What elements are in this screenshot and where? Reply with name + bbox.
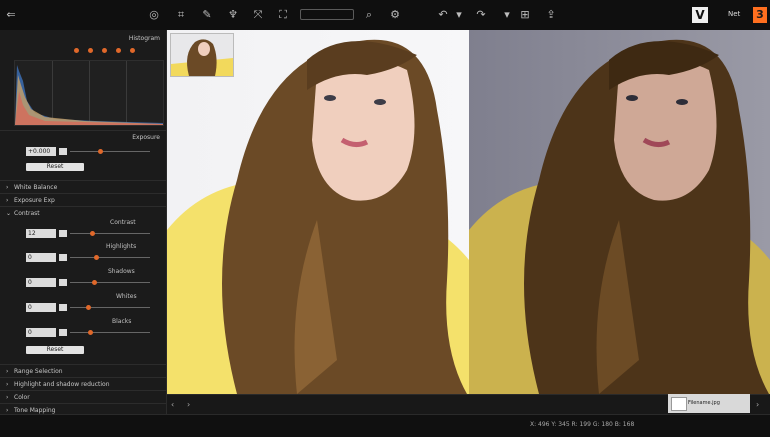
section-color[interactable]: › Color <box>0 390 166 401</box>
chevron-right-icon: › <box>6 368 9 375</box>
app-name: Net <box>728 10 741 18</box>
chevron-right-icon: › <box>6 184 9 191</box>
frame-icon[interactable]: ⛶ <box>276 8 290 22</box>
shadows-slider[interactable]: 0 <box>26 278 154 290</box>
histogram-channel-toggles[interactable] <box>74 48 144 54</box>
reset-button[interactable]: Reset <box>26 346 84 354</box>
circle-icon[interactable]: ◎ <box>147 8 161 22</box>
chevron-down-icon: ⌄ <box>6 210 12 217</box>
stepper-icon[interactable] <box>59 254 67 261</box>
slider-knob[interactable] <box>94 255 99 260</box>
highlights-label: Highlights <box>106 243 137 250</box>
back-icon[interactable]: ⇐ <box>4 8 18 22</box>
contrast-value[interactable]: 12 <box>26 229 56 238</box>
redo-icon[interactable]: ↷ <box>474 8 488 22</box>
section-contrast[interactable]: ⌄ Contrast <box>0 206 166 217</box>
stepper-icon[interactable] <box>59 304 67 311</box>
whites-value[interactable]: 0 <box>26 303 56 312</box>
chevron-right-icon: › <box>6 394 9 401</box>
chevron-right-icon[interactable]: › <box>756 400 759 409</box>
whites-slider[interactable]: 0 <box>26 303 154 315</box>
settings-icon[interactable]: ⚙ <box>388 8 402 22</box>
highlights-slider[interactable]: 0 <box>26 253 154 265</box>
reset-button[interactable]: Reset <box>26 163 84 171</box>
whites-label: Whites <box>116 293 137 300</box>
histogram <box>14 60 164 126</box>
file-badge[interactable]: Filename.jpg <box>668 394 750 413</box>
slider-knob[interactable] <box>90 231 95 236</box>
section-label: Highlight and shadow reduction <box>14 381 110 388</box>
brush-icon[interactable]: ♆ <box>226 8 240 22</box>
section-label: Exposure Exp <box>14 197 55 204</box>
blacks-value[interactable]: 0 <box>26 328 56 337</box>
export-icon[interactable]: ⇪ <box>544 8 558 22</box>
adjustments-panel: Histogram Exposure +0.000 Reset › White … <box>0 30 167 414</box>
stepper-icon[interactable] <box>59 329 67 336</box>
stepper-icon[interactable] <box>59 148 67 155</box>
undo-icon[interactable]: ↶ <box>436 8 450 22</box>
navigator-thumbnail[interactable] <box>170 33 234 77</box>
histogram-title: Histogram <box>128 35 160 42</box>
section-label: Exposure <box>132 134 160 141</box>
original-photo <box>469 30 770 394</box>
section-exposure[interactable]: Exposure <box>0 130 166 141</box>
exposure-slider[interactable]: +0.000 <box>26 147 154 159</box>
shadows-label: Shadows <box>108 268 135 275</box>
chevron-right-icon: › <box>6 407 9 414</box>
file-badge-label: Filename.jpg <box>688 400 720 406</box>
section-tone-mapping[interactable]: › Tone Mapping <box>0 403 166 414</box>
shadows-value[interactable]: 0 <box>26 278 56 287</box>
image-viewer[interactable] <box>167 30 770 394</box>
app-logo: V <box>692 7 708 23</box>
section-label: White Balance <box>14 184 58 191</box>
blacks-slider[interactable]: 0 <box>26 328 154 340</box>
stepper-icon[interactable] <box>59 279 67 286</box>
pixel-readout: X: 496 Y: 345 R: 199 G: 180 B: 168 <box>530 421 635 428</box>
slider-knob[interactable] <box>92 280 97 285</box>
prev-icon[interactable]: ‹ <box>171 400 174 409</box>
section-label: Tone Mapping <box>14 407 56 414</box>
section-exposure-exp[interactable]: › Exposure Exp <box>0 193 166 204</box>
grid-icon[interactable]: ⊞ <box>518 8 532 22</box>
contrast-slider[interactable]: 12 <box>26 229 154 241</box>
zoom-field[interactable] <box>300 9 354 20</box>
section-white-balance[interactable]: › White Balance <box>0 180 166 191</box>
section-range-selection[interactable]: › Range Selection <box>0 364 166 375</box>
next-icon[interactable]: › <box>187 400 190 409</box>
stepper-icon[interactable] <box>59 230 67 237</box>
zoom-icon[interactable]: ⌕ <box>362 8 376 22</box>
brand-badge: 3 <box>753 7 767 23</box>
transform-icon[interactable]: ⤧ <box>251 8 265 22</box>
crop-icon[interactable]: ⌗ <box>174 8 188 22</box>
status-bar: X: 496 Y: 345 R: 199 G: 180 B: 168 <box>0 414 770 437</box>
pen-icon[interactable]: ✎ <box>200 8 214 22</box>
chevron-right-icon: › <box>6 381 9 388</box>
slider-knob[interactable] <box>88 330 93 335</box>
edited-photo <box>167 30 469 394</box>
chevron-down-icon[interactable]: ▾ <box>452 8 466 22</box>
section-label: Contrast <box>14 210 40 217</box>
exposure-value[interactable]: +0.000 <box>26 147 56 156</box>
blacks-label: Blacks <box>112 318 132 325</box>
file-thumbnail-icon <box>671 397 687 411</box>
chevron-down-icon[interactable]: ▾ <box>500 8 514 22</box>
section-label: Color <box>14 394 30 401</box>
chevron-right-icon: › <box>6 197 9 204</box>
top-toolbar: ⇐ ◎ ⌗ ✎ ♆ ⤧ ⛶ ⌕ ⚙ ↶ ▾ ↷ ▾ ⊞ ⇪ V Net 3 <box>0 0 770 31</box>
section-label: Range Selection <box>14 368 63 375</box>
slider-knob[interactable] <box>86 305 91 310</box>
section-highlight-shadow[interactable]: › Highlight and shadow reduction <box>0 377 166 388</box>
highlights-value[interactable]: 0 <box>26 253 56 262</box>
slider-knob[interactable] <box>98 149 103 154</box>
contrast-label: Contrast <box>110 219 136 226</box>
